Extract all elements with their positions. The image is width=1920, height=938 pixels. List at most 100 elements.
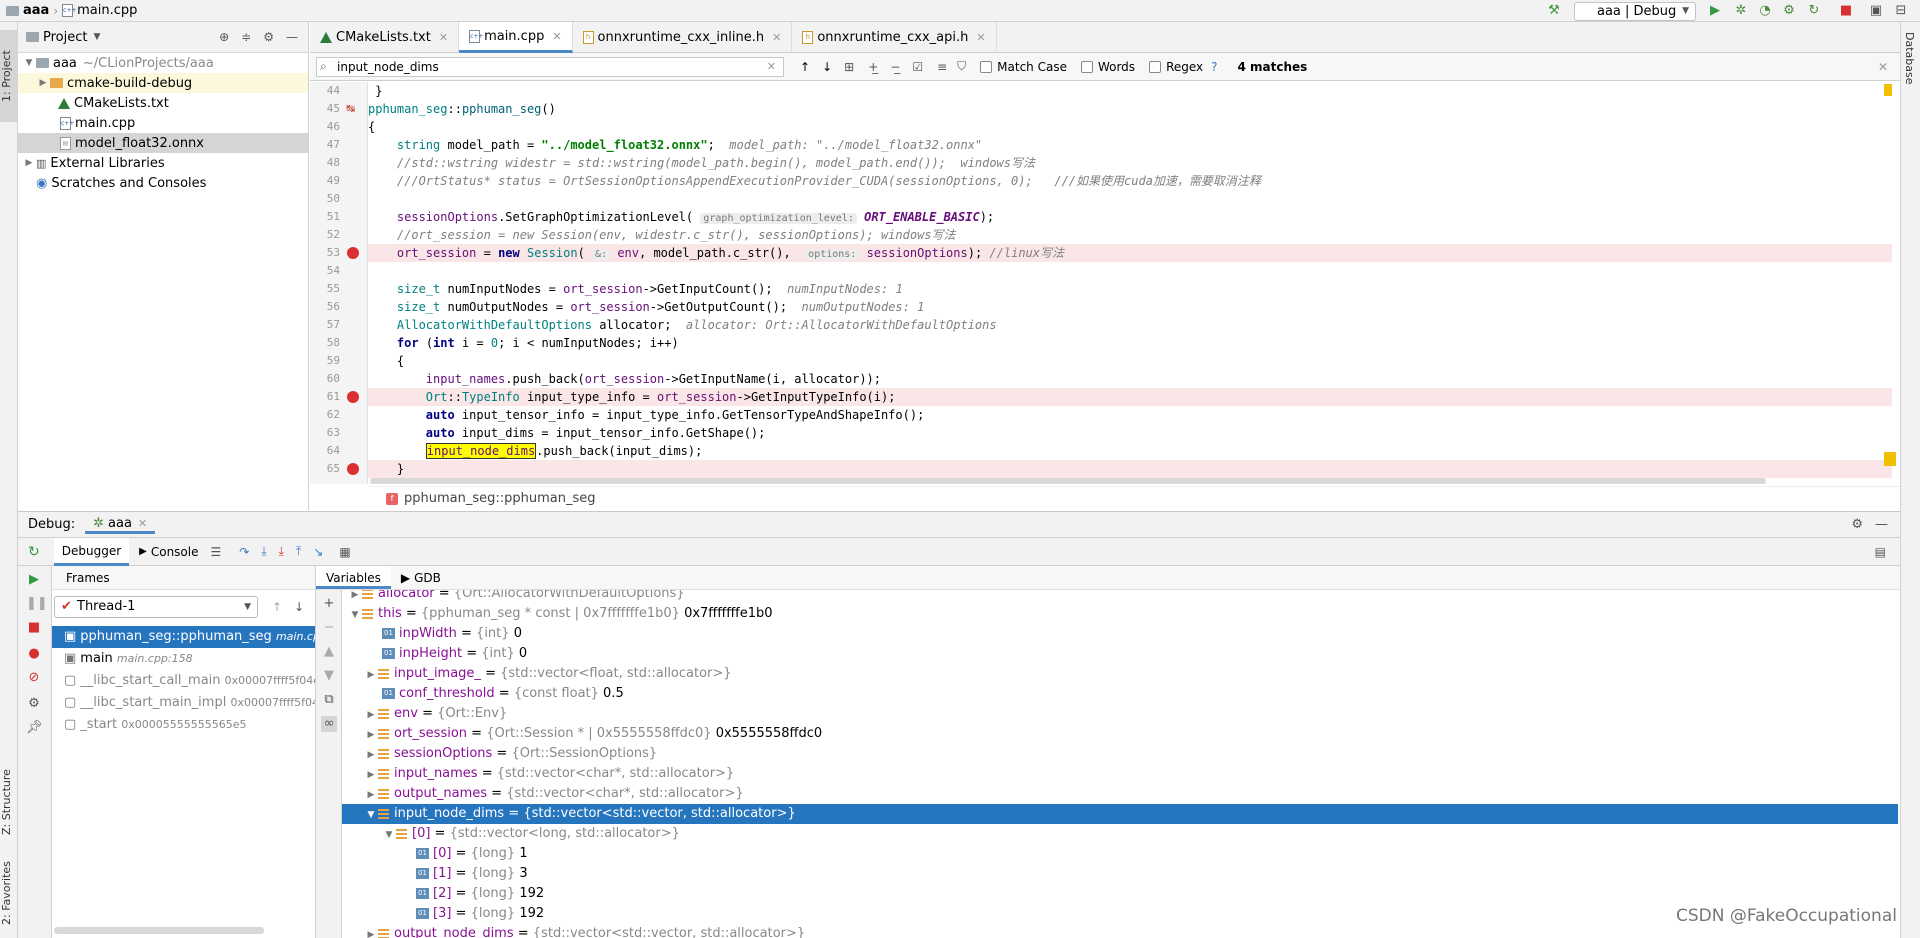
favorites-tool-tab[interactable]: 2: Favorites: [0, 848, 18, 938]
thread-select[interactable]: ✔ Thread-1 ▼: [54, 596, 258, 618]
tree-item-main-cpp[interactable]: c++ main.cpp: [18, 113, 308, 133]
breadcrumb-project[interactable]: aaa: [23, 3, 49, 18]
variable-row[interactable]: ▶ input_names = {std::vector<char*, std::…: [342, 764, 1898, 784]
variable-row[interactable]: ▶ allocator = {Ort::AllocatorWithDefaultO…: [342, 590, 1898, 604]
close-icon[interactable]: ✕: [439, 31, 448, 44]
tab-variables[interactable]: Variables: [316, 566, 391, 589]
close-icon[interactable]: ✕: [552, 30, 561, 43]
profile-icon[interactable]: ⚙: [1781, 3, 1797, 19]
stop-icon[interactable]: ■: [26, 620, 42, 636]
breakpoint-icon[interactable]: [347, 247, 359, 259]
variable-row[interactable]: ▶ ort_session = {Ort::Session * | 0x55555…: [342, 724, 1898, 744]
close-find-icon[interactable]: ✕: [1878, 60, 1888, 74]
search-icon[interactable]: ⌕: [320, 59, 327, 74]
checkbox-box[interactable]: [1149, 60, 1162, 73]
variable-row[interactable]: ▶ input_image_ = {std::vector<float, std:…: [342, 664, 1898, 684]
editor-gutter[interactable]: 44 45 46 47 48 49 50 51 52 53 54 55 56 5…: [310, 82, 368, 484]
settings-gear-icon[interactable]: ⚙: [26, 696, 42, 712]
filter-icon[interactable]: ⊞: [844, 60, 854, 74]
expand-arrow-icon[interactable]: ▶: [36, 78, 50, 88]
regex-checkbox[interactable]: Regex: [1149, 60, 1203, 74]
tab-cmakelists[interactable]: CMakeLists.txt ✕: [310, 22, 460, 53]
variable-row[interactable]: 01 inpWidth = {int} 0: [342, 624, 1898, 644]
frame-row[interactable]: ▣pphuman_seg::pphuman_seg main.cpp:: [52, 626, 315, 648]
run-to-cursor-icon[interactable]: ↘: [313, 545, 323, 559]
settings-gear-icon[interactable]: ⚙: [1851, 517, 1863, 532]
stop-icon[interactable]: ■: [1838, 3, 1854, 19]
variable-row[interactable]: 01 [1] = {long} 3: [342, 864, 1898, 884]
collapse-arrow-icon[interactable]: ▼: [364, 805, 378, 825]
frame-row[interactable]: ▢__libc_start_main_impl 0x00007ffff5f04e…: [52, 692, 315, 714]
breadcrumb-file[interactable]: main.cpp: [77, 3, 137, 18]
layout-icon[interactable]: ⊟: [1893, 3, 1909, 19]
tab-onnxruntime-inline[interactable]: h onnxruntime_cxx_inline.h ✕: [573, 22, 793, 53]
project-tool-tab[interactable]: 1: Project: [0, 30, 18, 122]
step-into-icon[interactable]: ⤓: [261, 544, 266, 559]
variable-row[interactable]: ▶ output_node_dims = {std::vector<std::ve…: [342, 924, 1898, 938]
frame-up-icon[interactable]: ↑: [272, 600, 282, 614]
locate-icon[interactable]: ⊕: [219, 30, 229, 44]
add-watch-icon[interactable]: +: [321, 596, 337, 612]
hide-panel-icon[interactable]: —: [286, 30, 298, 44]
override-icon[interactable]: ↹: [346, 102, 355, 115]
frame-down-icon[interactable]: ↓: [294, 600, 304, 614]
close-icon[interactable]: ✕: [138, 517, 147, 530]
move-up-icon[interactable]: ▲: [321, 644, 337, 660]
expand-arrow-icon[interactable]: ▶: [348, 590, 362, 605]
tree-item-cmake-build-debug[interactable]: ▶ cmake-build-debug: [18, 73, 308, 93]
variable-row[interactable]: 01 [2] = {long} 192: [342, 884, 1898, 904]
collapse-all-icon[interactable]: ≑: [241, 30, 251, 44]
move-down-icon[interactable]: ▼: [321, 668, 337, 684]
settings-gear-icon[interactable]: ⚙: [263, 30, 274, 44]
collapse-arrow-icon[interactable]: ▼: [382, 825, 396, 845]
expand-arrow-icon[interactable]: ▶: [364, 765, 378, 785]
variable-row[interactable]: 01 inpHeight = {int} 0: [342, 644, 1898, 664]
step-out-icon[interactable]: ⤒: [296, 544, 301, 559]
search-input[interactable]: [316, 56, 784, 77]
resume-icon[interactable]: ▶: [26, 572, 42, 588]
run-icon[interactable]: ▶: [1707, 3, 1723, 19]
tree-item-external-libraries[interactable]: ▶ ▥ External Libraries: [18, 153, 308, 173]
checkbox-box[interactable]: [1080, 60, 1093, 73]
restore-layout-icon[interactable]: ▤: [1875, 545, 1886, 559]
variable-row[interactable]: ▼ [0] = {std::vector<long, std::allocator…: [342, 824, 1898, 844]
project-view-select[interactable]: Project: [43, 30, 87, 45]
coverage-icon[interactable]: ◔: [1757, 3, 1773, 19]
tree-item-cmakelists[interactable]: CMakeLists.txt: [18, 93, 308, 113]
breakpoint-icon[interactable]: [347, 463, 359, 475]
checkbox-box[interactable]: [980, 60, 993, 73]
force-step-into-icon[interactable]: ⤓: [279, 544, 284, 559]
next-occurrence-icon[interactable]: ↓: [822, 60, 832, 74]
hide-panel-icon[interactable]: —: [1875, 517, 1888, 532]
variable-row-selected[interactable]: ▼ input_node_dims = {std::vector<std::vec…: [342, 804, 1898, 824]
frame-row[interactable]: ▢ _start 0x00005555555565e5: [52, 714, 315, 736]
add-selection-icon[interactable]: +̲: [868, 60, 878, 74]
pause-icon[interactable]: ❚❚: [26, 596, 48, 612]
expand-arrow-icon[interactable]: ▶: [364, 785, 378, 805]
close-icon[interactable]: ✕: [772, 31, 781, 44]
tab-debugger[interactable]: Debugger: [53, 537, 130, 566]
expand-arrow-icon[interactable]: ▶: [22, 158, 36, 168]
tree-item-model-onnx[interactable]: ▤ model_float32.onnx: [18, 133, 308, 153]
expand-arrow-icon[interactable]: ▶: [364, 745, 378, 765]
project-structure-icon[interactable]: ▣: [1868, 3, 1884, 19]
evaluate-expression-icon[interactable]: ▦: [339, 545, 350, 559]
variable-row[interactable]: ▼ this = {pphuman_seg * const | 0x7ffffff…: [342, 604, 1898, 624]
variable-row[interactable]: 01 [0] = {long} 1: [342, 844, 1898, 864]
variable-row[interactable]: ▶ output_names = {std::vector<char*, std:…: [342, 784, 1898, 804]
expand-arrow-icon[interactable]: ▼: [348, 605, 362, 625]
previous-occurrence-icon[interactable]: ↑: [800, 60, 810, 74]
frame-row[interactable]: ▢__libc_start_call_main 0x00007ffff5f04d…: [52, 670, 315, 692]
tab-main-cpp[interactable]: c++ main.cpp ✕: [459, 22, 573, 53]
variable-row[interactable]: ▶ sessionOptions = {Ort::SessionOptions}: [342, 744, 1898, 764]
structure-tool-tab[interactable]: Z: Structure: [0, 762, 18, 842]
chevron-down-icon[interactable]: ▼: [93, 32, 100, 42]
open-in-window-icon[interactable]: ≡: [937, 60, 947, 74]
expand-arrow-icon[interactable]: ▶: [364, 725, 378, 745]
select-all-occurrences-icon[interactable]: ☑: [912, 60, 923, 74]
debug-session-tab[interactable]: ✲ aaa ✕: [85, 516, 156, 534]
frames-scrollbar[interactable]: [54, 927, 264, 934]
menu-lines-icon[interactable]: ☰: [210, 545, 221, 559]
match-case-checkbox[interactable]: Match Case: [980, 60, 1067, 74]
tree-item-scratches[interactable]: ◉ Scratches and Consoles: [18, 173, 308, 193]
